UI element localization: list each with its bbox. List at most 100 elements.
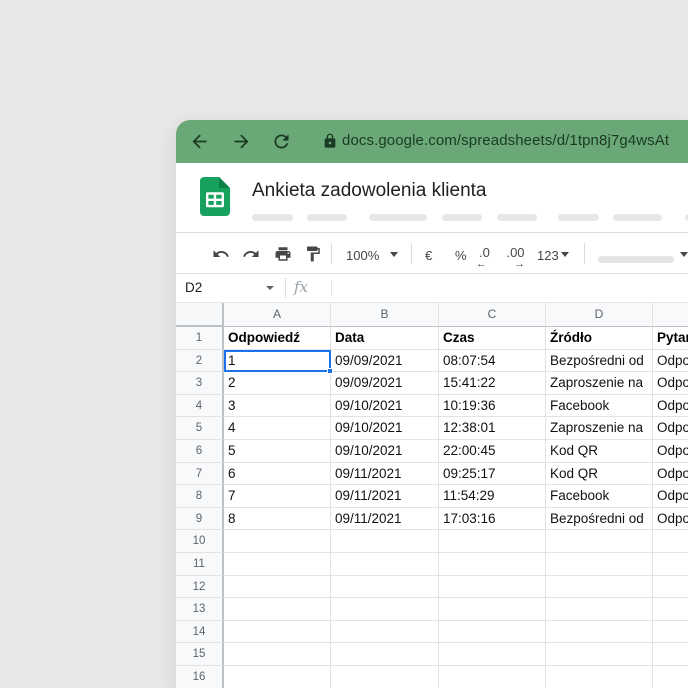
cell[interactable] xyxy=(224,643,331,666)
zoom-dropdown-icon[interactable] xyxy=(390,252,398,257)
cell[interactable] xyxy=(546,620,653,644)
row-number[interactable]: 9 xyxy=(176,507,224,531)
cell[interactable]: Bezpośredni od xyxy=(546,349,653,373)
cell[interactable] xyxy=(546,666,653,688)
selected-cell[interactable] xyxy=(224,349,333,375)
cell[interactable] xyxy=(653,575,688,599)
cell[interactable]: 4 xyxy=(224,417,331,440)
cell[interactable]: Zaproszenie na xyxy=(546,417,653,440)
cell[interactable] xyxy=(224,620,331,644)
cell[interactable]: 09/09/2021 xyxy=(331,372,439,395)
cell[interactable]: Kod QR xyxy=(546,440,653,463)
row-number[interactable]: 7 xyxy=(176,462,224,486)
cell[interactable]: 17:03:16 xyxy=(439,507,546,531)
cell[interactable] xyxy=(653,598,688,621)
undo-icon[interactable] xyxy=(212,245,230,263)
fill-handle[interactable] xyxy=(327,368,333,375)
number-format-button[interactable]: 123 xyxy=(537,248,559,263)
cell[interactable]: Odpow xyxy=(653,417,688,440)
cell[interactable] xyxy=(546,575,653,599)
cell[interactable]: 12:38:01 xyxy=(439,417,546,440)
document-title[interactable]: Ankieta zadowolenia klienta xyxy=(252,180,487,202)
cell[interactable] xyxy=(439,575,546,599)
increase-decimals-button[interactable]: .00 → xyxy=(506,245,525,270)
cell[interactable]: 09/11/2021 xyxy=(331,507,439,531)
cell[interactable]: Czas xyxy=(439,327,546,350)
cell[interactable] xyxy=(439,666,546,688)
print-icon[interactable] xyxy=(274,245,292,263)
cell[interactable]: 7 xyxy=(224,485,331,508)
name-box-dropdown-icon[interactable] xyxy=(266,286,274,290)
cell[interactable] xyxy=(224,553,331,576)
cell[interactable]: 09:25:17 xyxy=(439,462,546,486)
cell[interactable] xyxy=(439,530,546,553)
row-number[interactable]: 12 xyxy=(176,575,224,599)
cell[interactable]: 09/11/2021 xyxy=(331,462,439,486)
cell[interactable] xyxy=(653,620,688,644)
url-text[interactable]: docs.google.com/spreadsheets/d/1tpn8j7g4… xyxy=(342,132,669,149)
cell[interactable] xyxy=(439,643,546,666)
cell[interactable]: 09/11/2021 xyxy=(331,485,439,508)
cell[interactable]: 09/10/2021 xyxy=(331,417,439,440)
cell[interactable]: 8 xyxy=(224,507,331,531)
cell[interactable] xyxy=(439,598,546,621)
cell[interactable] xyxy=(224,666,331,688)
row-number[interactable]: 13 xyxy=(176,598,224,621)
cell[interactable]: 5 xyxy=(224,440,331,463)
refresh-icon[interactable] xyxy=(271,131,292,152)
cell[interactable]: Odpow xyxy=(653,485,688,508)
redo-icon[interactable] xyxy=(242,245,260,263)
cell[interactable]: Źródło xyxy=(546,327,653,350)
row-number[interactable]: 3 xyxy=(176,372,224,395)
cell[interactable] xyxy=(546,553,653,576)
column-header-D[interactable]: D xyxy=(546,303,653,327)
cell[interactable] xyxy=(224,530,331,553)
percent-format-button[interactable]: % xyxy=(455,248,467,263)
cell[interactable]: Odpow xyxy=(653,349,688,373)
row-number[interactable]: 5 xyxy=(176,417,224,440)
column-header-C[interactable]: C xyxy=(439,303,546,327)
row-number[interactable]: 11 xyxy=(176,553,224,576)
cell[interactable]: Zaproszenie na xyxy=(546,372,653,395)
row-number[interactable]: 4 xyxy=(176,394,224,418)
cell[interactable]: Odpow xyxy=(653,507,688,531)
cell[interactable]: Odpowiedź xyxy=(224,327,331,350)
name-box[interactable]: D2 xyxy=(185,280,202,295)
cell[interactable]: Facebook xyxy=(546,394,653,418)
cell[interactable]: 10:19:36 xyxy=(439,394,546,418)
row-number[interactable]: 16 xyxy=(176,666,224,688)
forward-icon[interactable] xyxy=(231,131,252,152)
back-icon[interactable] xyxy=(189,131,210,152)
cell[interactable]: Facebook xyxy=(546,485,653,508)
cell[interactable] xyxy=(224,598,331,621)
cell[interactable] xyxy=(331,530,439,553)
column-header-B[interactable]: B xyxy=(331,303,439,327)
cell[interactable]: 11:54:29 xyxy=(439,485,546,508)
cell[interactable] xyxy=(331,666,439,688)
cell[interactable] xyxy=(439,553,546,576)
row-number[interactable]: 6 xyxy=(176,440,224,463)
paint-format-icon[interactable] xyxy=(304,245,322,263)
zoom-level[interactable]: 100% xyxy=(346,248,379,263)
cell[interactable]: Pytan xyxy=(653,327,688,350)
format-dropdown-icon[interactable] xyxy=(561,252,569,257)
row-number[interactable]: 14 xyxy=(176,620,224,644)
column-header-A[interactable]: A xyxy=(224,303,331,327)
cell[interactable]: Bezpośredni od xyxy=(546,507,653,531)
cell[interactable]: 22:00:45 xyxy=(439,440,546,463)
cell[interactable] xyxy=(546,530,653,553)
cell[interactable]: Odpow xyxy=(653,394,688,418)
cell[interactable] xyxy=(331,575,439,599)
cell[interactable]: 09/10/2021 xyxy=(331,440,439,463)
cell[interactable]: 2 xyxy=(224,372,331,395)
decrease-decimals-button[interactable]: .0 ← xyxy=(476,245,490,270)
cell[interactable] xyxy=(546,598,653,621)
cell[interactable]: 3 xyxy=(224,394,331,418)
cell[interactable] xyxy=(331,643,439,666)
cell[interactable] xyxy=(439,620,546,644)
cell[interactable]: Data xyxy=(331,327,439,350)
select-all-corner[interactable] xyxy=(176,303,224,327)
cell[interactable]: 09/10/2021 xyxy=(331,394,439,418)
cell[interactable] xyxy=(653,530,688,553)
cell[interactable]: Odpow xyxy=(653,440,688,463)
